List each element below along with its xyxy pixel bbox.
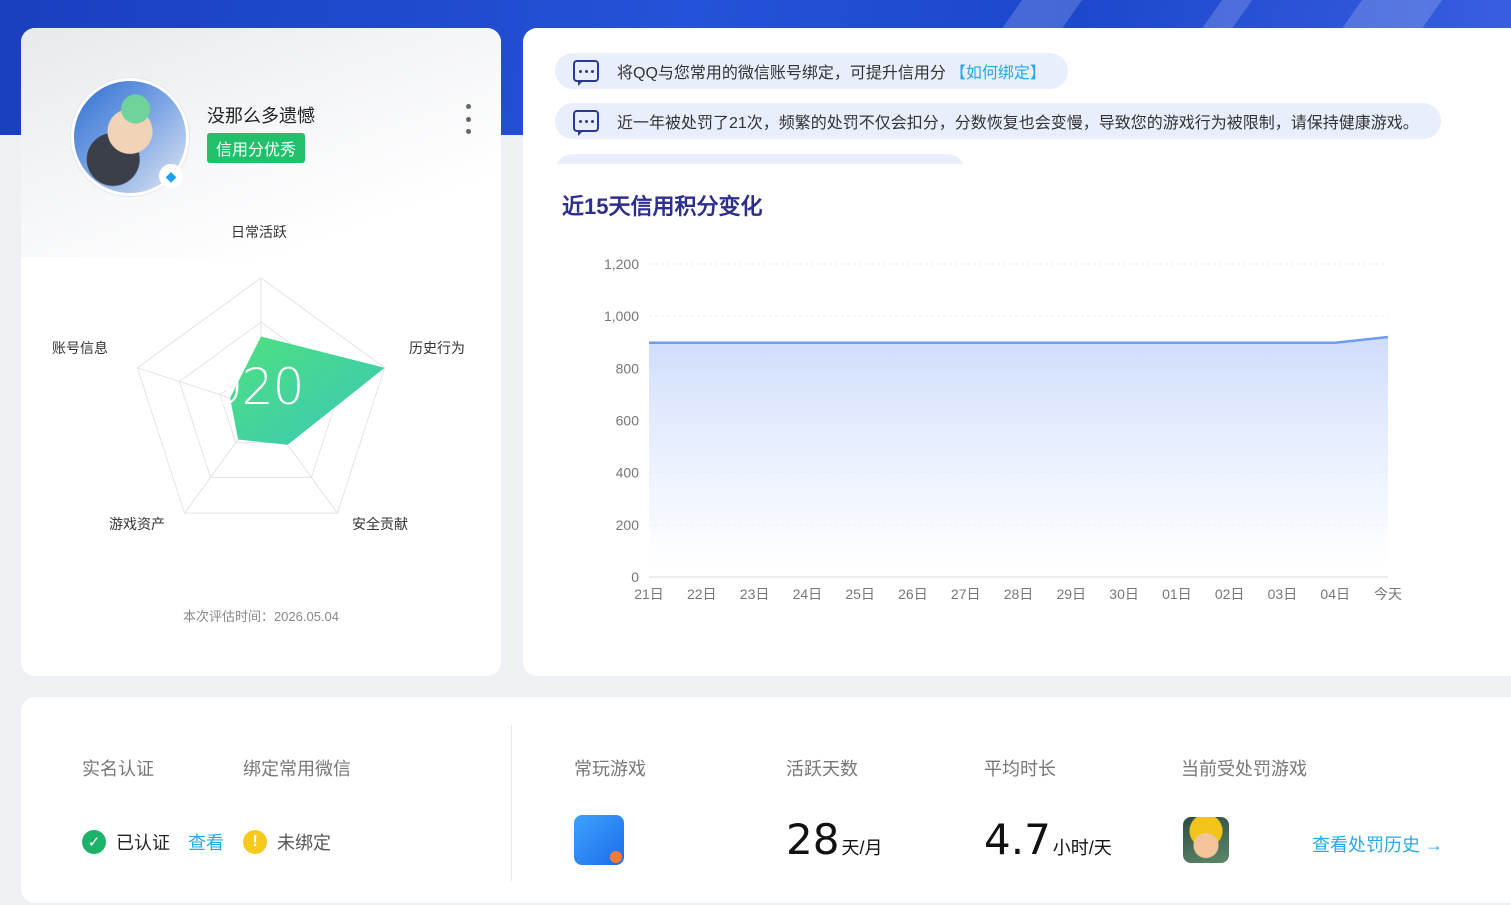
- games-label: 常玩游戏: [574, 759, 646, 779]
- y-tick-label: 400: [616, 465, 640, 481]
- y-tick-label: 800: [616, 360, 640, 376]
- x-tick-label: 22日: [687, 586, 717, 602]
- credit-score: 920: [211, 358, 304, 416]
- realname-label: 实名认证: [82, 759, 154, 779]
- divider: [511, 725, 512, 881]
- avg-duration-value: 4.7 小时/天: [984, 815, 1112, 864]
- credit-chart-card: 将QQ与您常用的微信账号绑定，可提升信用分 【如何绑定】 近一年被处罚了21次，…: [523, 28, 1511, 676]
- y-tick-label: 1,000: [604, 308, 639, 324]
- x-tick-label: 30日: [1109, 586, 1139, 602]
- radar-label-daily: 日常活跃: [231, 224, 287, 240]
- active-days-unit: 天/月: [841, 838, 883, 858]
- x-tick-label: 26日: [898, 586, 928, 602]
- x-tick-label: 25日: [845, 586, 875, 602]
- more-options-icon[interactable]: [461, 104, 475, 134]
- chart-area-fill: [649, 337, 1388, 577]
- qq-penguin-icon: ◆: [159, 164, 183, 188]
- y-tick-label: 1,200: [604, 256, 639, 272]
- radar-label-security: 安全贡献: [352, 516, 408, 532]
- avg-duration-label: 平均时长: [984, 759, 1056, 779]
- wechat-status: ! 未绑定: [243, 829, 331, 855]
- y-tick-label: 200: [616, 517, 640, 533]
- credit-level-badge: 信用分优秀: [207, 133, 306, 163]
- warning-icon: !: [243, 830, 267, 854]
- y-tick-label: 600: [616, 413, 640, 429]
- realname-status-text: 已认证: [116, 833, 170, 853]
- x-tick-label: 24日: [793, 586, 823, 602]
- x-tick-label: 29日: [1056, 586, 1086, 602]
- punished-game-label: 当前受处罚游戏: [1181, 759, 1307, 779]
- realname-status: ✓ 已认证 查看: [82, 829, 224, 855]
- radar-label-history: 历史行为: [409, 340, 465, 356]
- active-days-label: 活跃天数: [786, 759, 858, 779]
- username: 没那么多遗憾: [207, 106, 315, 126]
- x-tick-label: 03日: [1268, 586, 1298, 602]
- wechat-status-text: 未绑定: [277, 833, 331, 853]
- radar-label-account: 账号信息: [52, 340, 108, 356]
- wechat-label: 绑定常用微信: [243, 759, 351, 779]
- profile-card: ◆ 没那么多遗憾 信用分优秀 日常活跃 历史行为 安全贡献 游戏资产 账号信息 …: [21, 28, 501, 676]
- view-punishment-history-link[interactable]: 查看处罚历史 →: [1312, 831, 1443, 857]
- radar-label-assets: 游戏资产: [109, 516, 165, 532]
- credit-trend-chart: 0 200 400 600 800 1,000 1,200 21日 22日 23日 24日 25日 26…: [604, 256, 1402, 602]
- x-tick-label: 27日: [951, 586, 981, 602]
- chart-series-line: [649, 335, 1389, 345]
- x-tick-label: 今天: [1374, 586, 1402, 602]
- avg-duration-number: 4.7: [984, 815, 1051, 864]
- active-days-value: 28 天/月: [786, 815, 882, 864]
- avg-duration-unit: 小时/天: [1052, 838, 1112, 858]
- punished-game-icon[interactable]: [1183, 817, 1229, 863]
- x-tick-label: 21日: [634, 586, 664, 602]
- frequent-game-icon[interactable]: [574, 815, 624, 865]
- x-tick-label: 28日: [1004, 586, 1034, 602]
- x-tick-label: 02日: [1215, 586, 1245, 602]
- stats-card: 实名认证 绑定常用微信 ✓ 已认证 查看 ! 未绑定 常玩游戏 活跃天数 平均时…: [21, 697, 1511, 903]
- x-tick-label: 04日: [1320, 586, 1350, 602]
- check-icon: ✓: [82, 830, 106, 854]
- y-tick-label: 0: [631, 569, 639, 585]
- x-tick-label: 23日: [740, 586, 770, 602]
- view-realname-link[interactable]: 查看: [188, 829, 224, 855]
- x-tick-label: 01日: [1162, 586, 1192, 602]
- active-days-number: 28: [786, 815, 840, 864]
- evaluation-time: 本次评估时间：2026.05.04: [182, 609, 340, 624]
